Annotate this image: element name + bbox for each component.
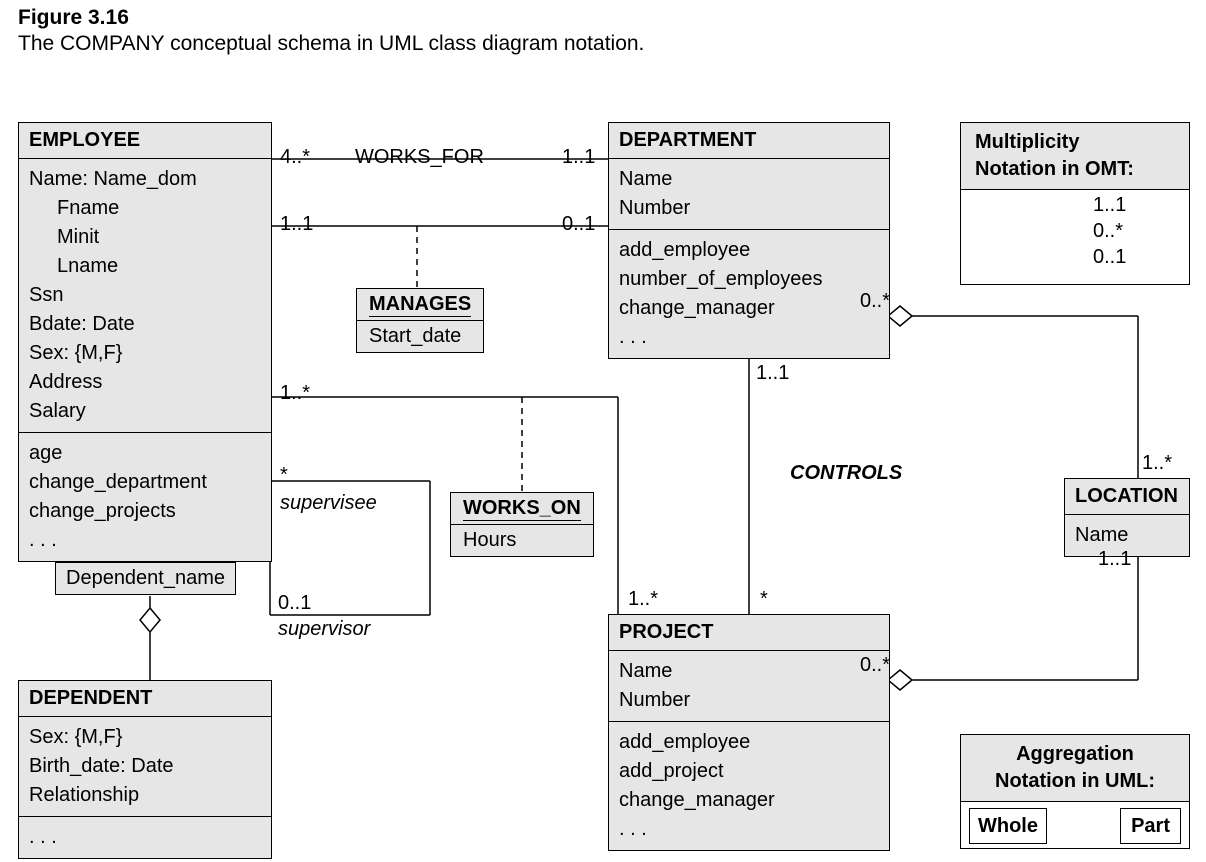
- dependent-attr: Sex: {M,F}: [29, 723, 261, 752]
- role-supervisee: supervisee: [280, 492, 377, 515]
- legend-agg-part: Part: [1120, 808, 1181, 844]
- class-employee: EMPLOYEE Name: Name_dom Fname Minit Lnam…: [18, 122, 272, 562]
- mult-works-on-proj: *: [760, 588, 768, 611]
- class-project: PROJECT Name Number add_employee add_pro…: [608, 614, 890, 851]
- class-employee-name: EMPLOYEE: [19, 123, 271, 159]
- legend-aggregation: Aggregation Notation in UML: Whole Part: [960, 734, 1190, 849]
- location-attr: Name: [1075, 521, 1179, 550]
- legend-omt: Multiplicity Notation in OMT: 1..1 0..* …: [960, 122, 1190, 285]
- dependent-attr: Relationship: [29, 781, 261, 810]
- assoc-class-works-on: WORKS_ON Hours: [450, 492, 594, 557]
- class-dependent-name: DEPENDENT: [19, 681, 271, 717]
- employee-attr: Lname: [29, 252, 261, 281]
- legend-omt-title2: Notation in OMT:: [975, 156, 1175, 183]
- mult-dept-loc-dept: 0..*: [860, 290, 890, 313]
- legend-omt-title1: Multiplicity: [975, 129, 1175, 156]
- department-op: change_manager: [619, 294, 879, 323]
- employee-attr: Minit: [29, 223, 261, 252]
- legend-omt-r3: 0..1: [1093, 242, 1126, 272]
- project-op: add_project: [619, 757, 879, 786]
- project-attr: Number: [619, 686, 879, 715]
- figure-number: Figure 3.16: [18, 6, 129, 30]
- mult-dept-loc-loc: 1..*: [1142, 452, 1172, 475]
- qualifier-dependent-name: Dependent_name: [55, 562, 236, 595]
- employee-attr: Salary: [29, 397, 261, 426]
- legend-agg-title2: Notation in UML:: [975, 768, 1175, 795]
- mult-supervisee: *: [280, 464, 288, 487]
- employee-attr: Name: Name_dom: [29, 165, 261, 194]
- assoc-class-works-on-name: WORKS_ON: [463, 497, 581, 521]
- legend-agg-whole: Whole: [969, 808, 1047, 844]
- class-location-name: LOCATION: [1065, 479, 1189, 515]
- figure-caption: The COMPANY conceptual schema in UML cla…: [18, 32, 644, 56]
- mult-manages-dept: 0..1: [562, 213, 595, 236]
- department-attr: Name: [619, 165, 879, 194]
- class-dependent: DEPENDENT Sex: {M,F} Birth_date: Date Re…: [18, 680, 272, 859]
- assoc-works-for-label: WORKS_FOR: [355, 146, 484, 169]
- department-op: number_of_employees: [619, 265, 879, 294]
- mult-works-on-emp: 1..*: [280, 382, 310, 405]
- employee-op: . . .: [29, 526, 261, 555]
- assoc-controls-label: CONTROLS: [790, 462, 902, 485]
- assoc-class-manages: MANAGES Start_date: [356, 288, 484, 353]
- mult-works-for-emp: 4..*: [280, 146, 310, 169]
- department-op: add_employee: [619, 236, 879, 265]
- mult-manages-emp: 1..1: [280, 213, 313, 236]
- dependent-op: . . .: [29, 823, 261, 852]
- employee-attr: Address: [29, 368, 261, 397]
- assoc-class-works-on-attr: Hours: [451, 525, 593, 556]
- mult-controls-proj: 1..*: [628, 588, 658, 611]
- project-op: change_manager: [619, 786, 879, 815]
- class-department: DEPARTMENT Name Number add_employee numb…: [608, 122, 890, 359]
- assoc-class-manages-name: MANAGES: [369, 293, 471, 317]
- employee-attr: Sex: {M,F}: [29, 339, 261, 368]
- project-attr: Name: [619, 657, 879, 686]
- department-attr: Number: [619, 194, 879, 223]
- class-department-name: DEPARTMENT: [609, 123, 889, 159]
- mult-proj-loc-loc: 1..1: [1098, 548, 1131, 571]
- employee-op: change_department: [29, 468, 261, 497]
- employee-op: age: [29, 439, 261, 468]
- dependent-attr: Birth_date: Date: [29, 752, 261, 781]
- employee-attr: Fname: [29, 194, 261, 223]
- project-op: . . .: [619, 815, 879, 844]
- class-project-name: PROJECT: [609, 615, 889, 651]
- class-location: LOCATION Name: [1064, 478, 1190, 557]
- employee-attr: Ssn: [29, 281, 261, 310]
- project-op: add_employee: [619, 728, 879, 757]
- employee-attr: Bdate: Date: [29, 310, 261, 339]
- mult-proj-loc-proj: 0..*: [860, 654, 890, 677]
- employee-op: change_projects: [29, 497, 261, 526]
- legend-agg-title1: Aggregation: [975, 741, 1175, 768]
- mult-supervisor: 0..1: [278, 592, 311, 615]
- mult-controls-dept: 1..1: [756, 362, 789, 385]
- department-op: . . .: [619, 323, 879, 352]
- mult-works-for-dept: 1..1: [562, 146, 595, 169]
- assoc-class-manages-attr: Start_date: [357, 321, 483, 352]
- role-supervisor: supervisor: [278, 618, 370, 641]
